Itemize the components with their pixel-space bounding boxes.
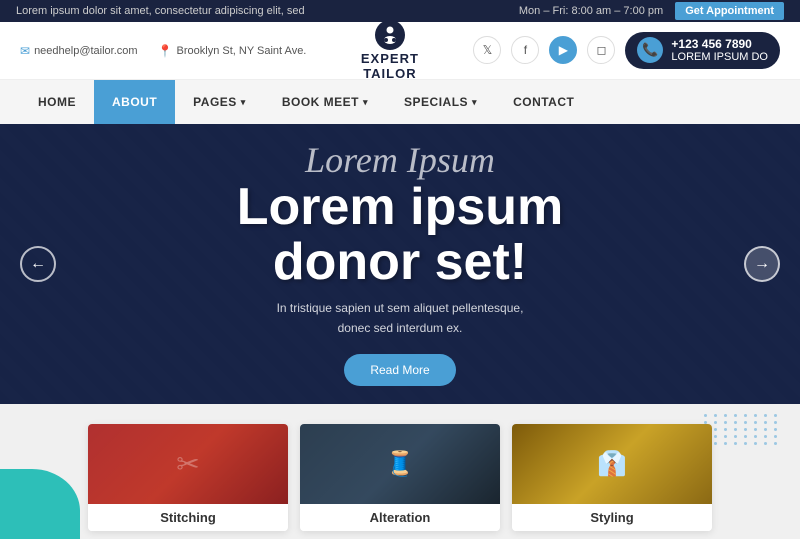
phone-icon: 📞: [637, 37, 663, 63]
top-bar-right: Mon – Fri: 8:00 am – 7:00 pm Get Appoint…: [519, 2, 784, 20]
announcement-text: Lorem ipsum dolor sit amet, consectetur …: [16, 5, 305, 17]
alteration-label: Alteration: [300, 504, 500, 531]
hero-title-line1: Lorem ipsum: [237, 178, 564, 236]
address-text: Brooklyn St, NY Saint Ave.: [177, 45, 307, 57]
header-right: 𝕏 f ▶ ◻ 📞 +123 456 7890 LOREM IPSUM DO: [473, 32, 780, 70]
logo[interactable]: EXPERT TAILOR: [361, 20, 419, 81]
hero-next-arrow[interactable]: →: [744, 246, 780, 282]
address-contact: 📍 Brooklyn St, NY Saint Ave.: [158, 44, 307, 58]
logo-text: EXPERT TAILOR: [361, 52, 419, 81]
logo-person-svg: [379, 24, 401, 46]
youtube-icon[interactable]: ▶: [549, 36, 577, 64]
hero-subtitle: In tristique sapien ut sem aliquet pelle…: [270, 299, 530, 337]
nav-about[interactable]: ABOUT: [94, 80, 175, 124]
service-card-alteration[interactable]: Alteration: [300, 424, 500, 531]
email-contact: ✉ needhelp@tailor.com: [20, 44, 138, 58]
hero-prev-arrow[interactable]: ←: [20, 246, 56, 282]
specials-dropdown-arrow: ▾: [472, 97, 477, 108]
hours-text: Mon – Fri: 8:00 am – 7:00 pm: [519, 5, 663, 17]
twitter-icon[interactable]: 𝕏: [473, 36, 501, 64]
nav-pages[interactable]: PAGES ▾: [175, 80, 264, 124]
hero-section: ← Lorem Ipsum Lorem ipsum donor set! In …: [0, 124, 800, 404]
stitching-image: [88, 424, 288, 504]
phone-label: LOREM IPSUM DO: [671, 51, 768, 64]
pages-dropdown-arrow: ▾: [241, 97, 246, 108]
hero-main-title: Lorem ipsum donor set!: [237, 180, 564, 289]
dot-grid: [704, 414, 780, 445]
read-more-button[interactable]: Read More: [344, 354, 455, 386]
service-card-stitching[interactable]: Stitching: [88, 424, 288, 531]
header: ✉ needhelp@tailor.com 📍 Brooklyn St, NY …: [0, 22, 800, 80]
nav-book-meet[interactable]: BOOK MEET ▾: [264, 80, 386, 124]
hero-title-line2: donor set!: [273, 233, 527, 291]
nav-specials[interactable]: SPECIALS ▾: [386, 80, 495, 124]
facebook-icon[interactable]: f: [511, 36, 539, 64]
phone-text: +123 456 7890 LOREM IPSUM DO: [671, 37, 768, 65]
email-text: needhelp@tailor.com: [34, 45, 138, 57]
alteration-image: [300, 424, 500, 504]
navbar: HOME ABOUT PAGES ▾ BOOK MEET ▾ SPECIALS …: [0, 80, 800, 124]
logo-line2: TAILOR: [361, 67, 419, 81]
phone-number: +123 456 7890: [671, 37, 768, 51]
top-bar: Lorem ipsum dolor sit amet, consectetur …: [0, 0, 800, 22]
service-cards: Stitching Alteration Styling: [20, 424, 780, 531]
header-contact: ✉ needhelp@tailor.com 📍 Brooklyn St, NY …: [20, 44, 306, 58]
logo-line1: EXPERT: [361, 52, 419, 66]
hero-cursive-text: Lorem Ipsum: [237, 142, 564, 178]
nav-contact[interactable]: CONTACT: [495, 80, 592, 124]
dot-pattern-decoration: [704, 414, 780, 445]
services-section: Stitching Alteration Styling: [0, 404, 800, 539]
logo-icon: [375, 20, 405, 50]
instagram-icon[interactable]: ◻: [587, 36, 615, 64]
styling-image: [512, 424, 712, 504]
book-meet-dropdown-arrow: ▾: [363, 97, 368, 108]
phone-box: 📞 +123 456 7890 LOREM IPSUM DO: [625, 32, 780, 70]
styling-label: Styling: [512, 504, 712, 531]
hero-content: Lorem Ipsum Lorem ipsum donor set! In tr…: [237, 142, 564, 386]
stitching-label: Stitching: [88, 504, 288, 531]
location-icon: 📍: [158, 44, 173, 58]
service-card-styling[interactable]: Styling: [512, 424, 712, 531]
mail-icon: ✉: [20, 44, 30, 58]
get-appointment-button[interactable]: Get Appointment: [675, 2, 784, 20]
nav-home[interactable]: HOME: [20, 80, 94, 124]
